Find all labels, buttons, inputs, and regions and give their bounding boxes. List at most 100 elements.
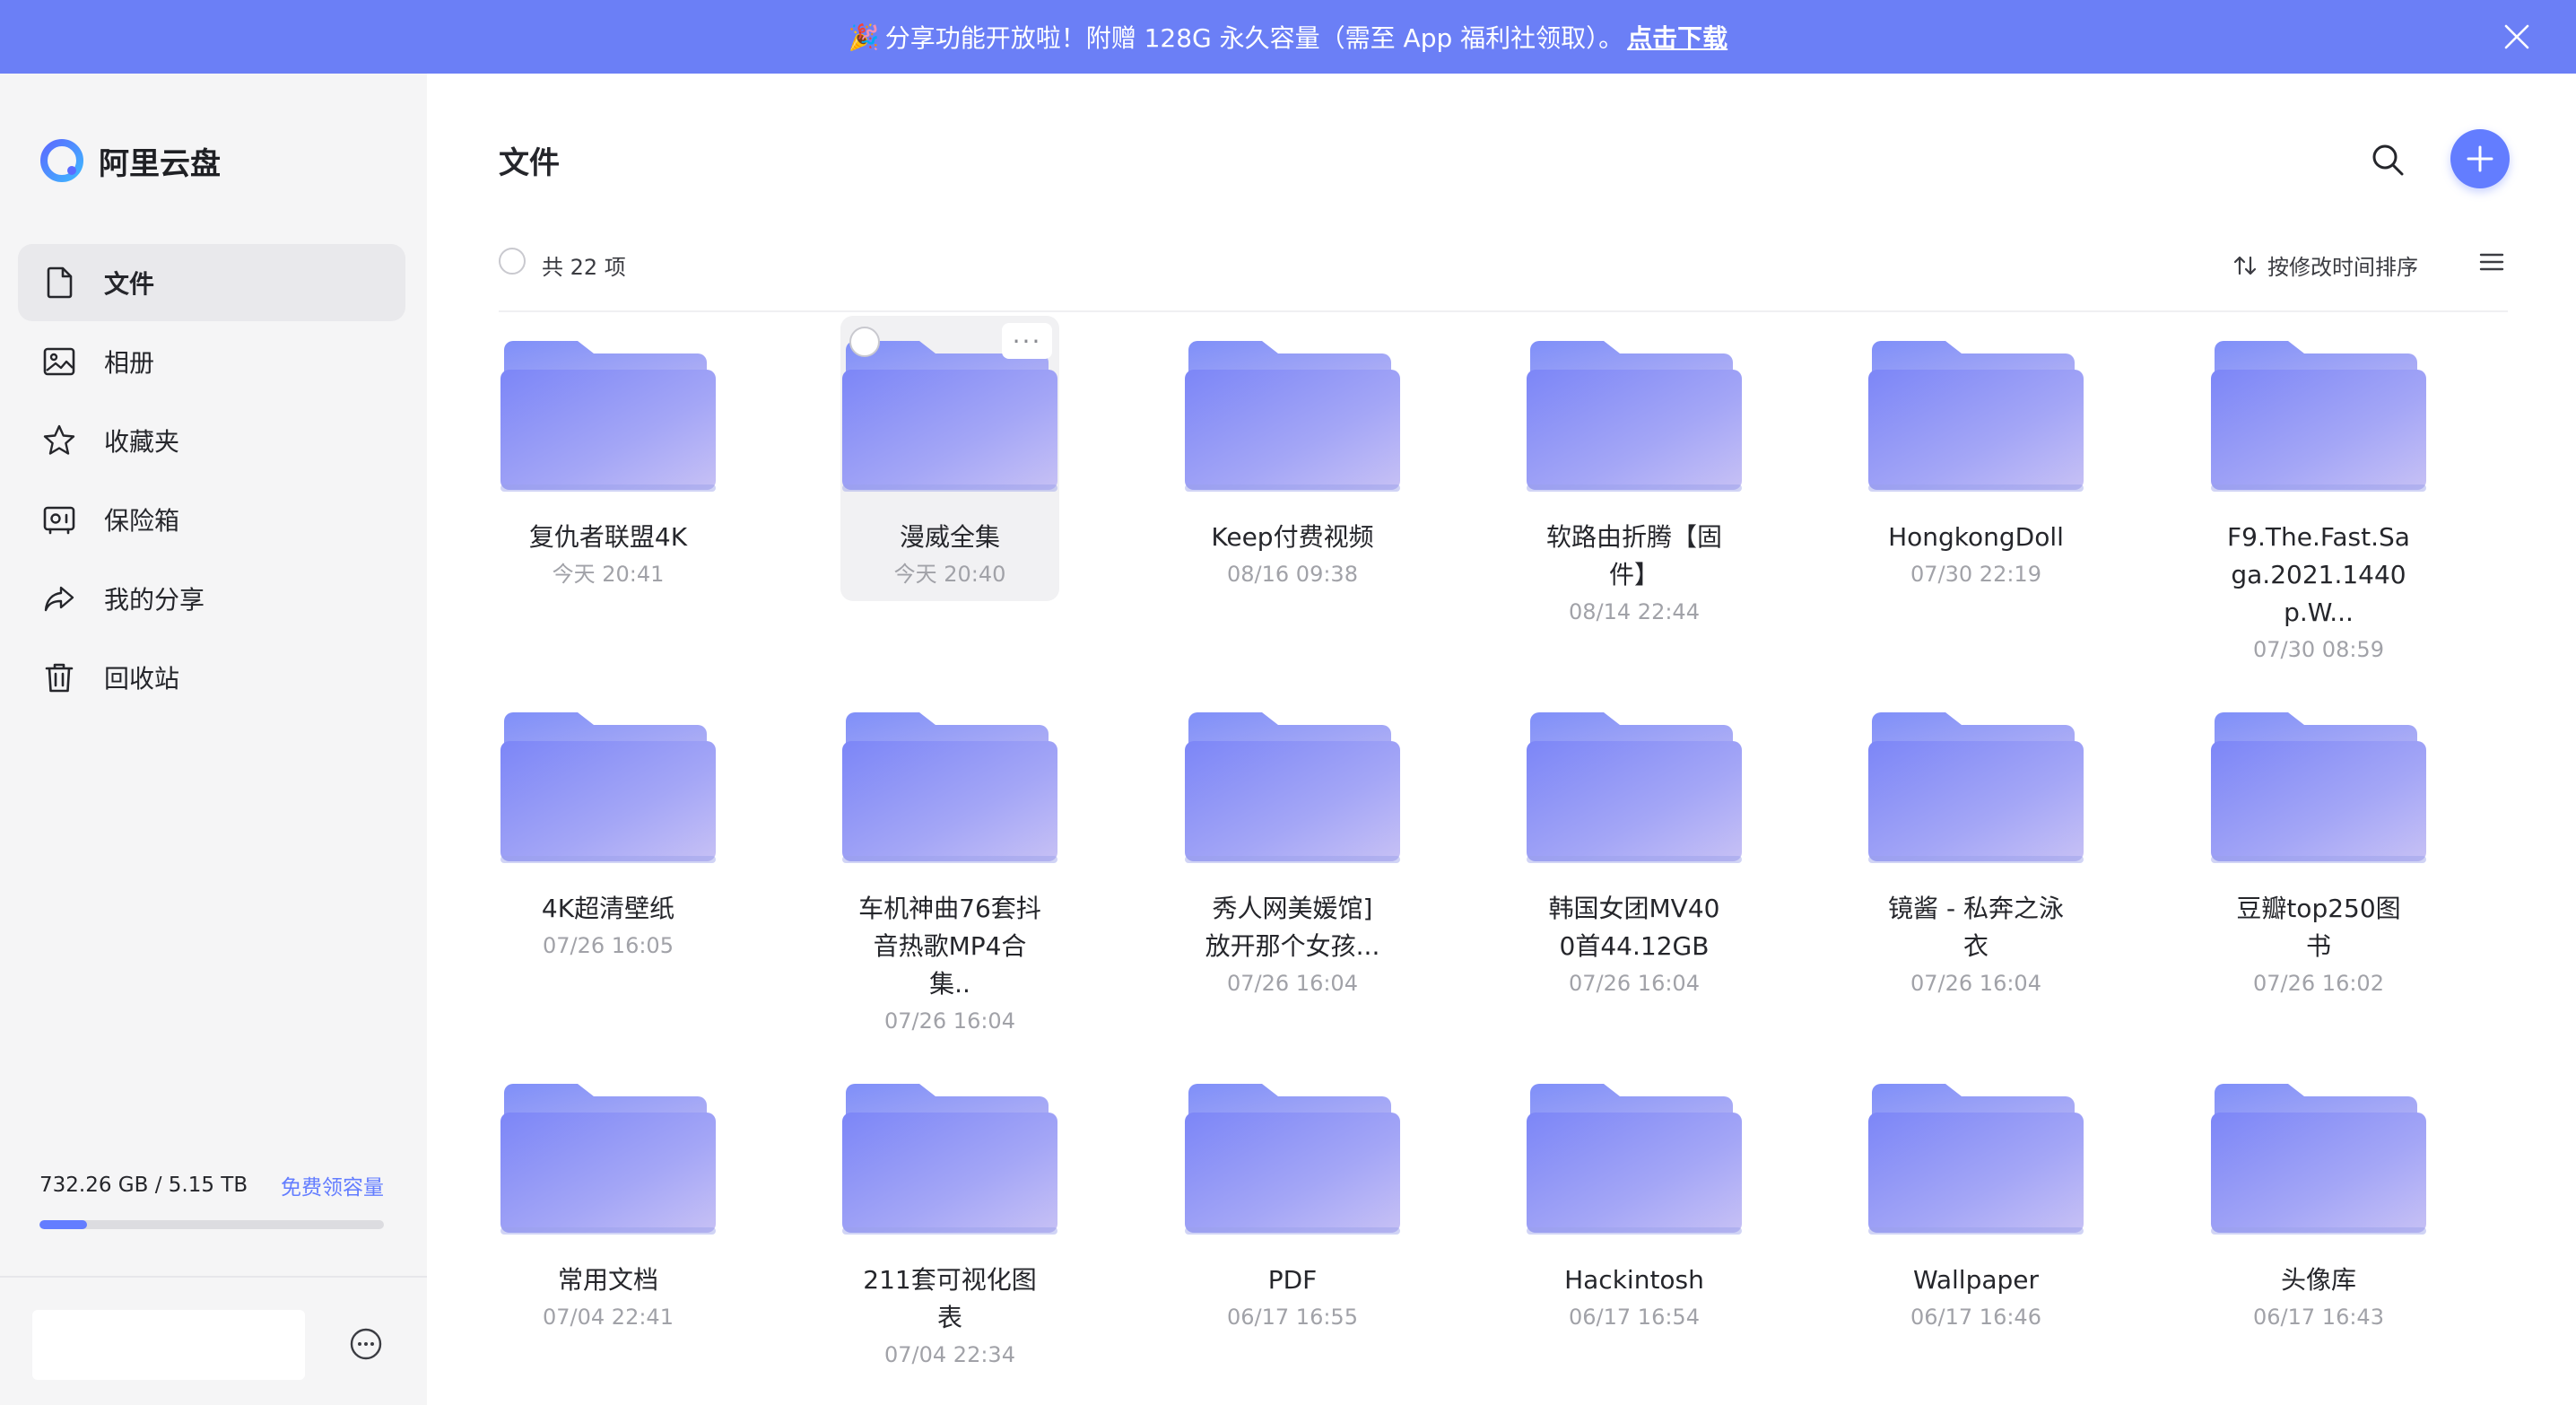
- sidebar-item-label: 回收站: [104, 664, 180, 694]
- party-popper-icon: 🎉: [848, 22, 880, 52]
- file-modified-time: 07/26 16:04: [1910, 971, 2041, 996]
- sidebar-divider: [0, 1276, 427, 1278]
- sidebar-item-safe[interactable]: 保险箱: [18, 481, 405, 558]
- file-name: Hackintosh: [1564, 1265, 1704, 1295]
- sidebar-item-label: 文件: [104, 269, 155, 299]
- sidebar-item-recycle-bin[interactable]: 回收站: [18, 639, 405, 716]
- safe-icon: [43, 506, 75, 535]
- folder-card[interactable]: 头像库 06/17 16:43: [2209, 1059, 2428, 1344]
- select-all-checkbox[interactable]: [499, 248, 526, 275]
- file-name: 211套可视化图表: [863, 1265, 1037, 1332]
- file-modified-time: 07/26 16:04: [1569, 971, 1700, 996]
- file-name: Keep付费视频: [1211, 522, 1374, 552]
- folder-card[interactable]: Keep付费视频 08/16 09:38: [1183, 316, 1402, 601]
- folder-card[interactable]: Wallpaper 06/17 16:46: [1867, 1059, 2085, 1344]
- folder-icon: [1185, 341, 1400, 492]
- folder-icon: [1185, 712, 1400, 863]
- file-name: 4K超清壁纸: [541, 894, 675, 923]
- folder-card[interactable]: Hackintosh 06/17 16:54: [1525, 1059, 1744, 1344]
- sidebar: 阿里云盘 文件 相册 收藏夹 保险箱 我的分享 回收站 732.26 GB / …: [0, 74, 427, 1405]
- banner-download-link[interactable]: 点击下载: [1627, 19, 1727, 55]
- folder-icon: [2211, 712, 2426, 863]
- storage-progress-bar: [39, 1220, 384, 1229]
- close-icon[interactable]: [2501, 21, 2533, 53]
- storage-used-text: 732.26 GB / 5.15 TB: [39, 1174, 248, 1197]
- file-modified-time: 06/17 16:54: [1569, 1305, 1700, 1330]
- folder-icon: [2211, 341, 2426, 492]
- folder-card[interactable]: PDF 06/17 16:55: [1183, 1059, 1402, 1344]
- item-count: 共 22 项: [542, 255, 626, 280]
- add-button[interactable]: [2450, 129, 2510, 188]
- sort-arrows-icon: [2233, 256, 2257, 275]
- file-modified-time: 07/04 22:34: [884, 1342, 1015, 1367]
- folder-icon: [842, 1084, 1057, 1235]
- file-name: 韩国女团MV400首44.12GB: [1548, 894, 1720, 961]
- trash-icon: [45, 663, 74, 693]
- sidebar-item-my-shares[interactable]: 我的分享: [18, 560, 405, 637]
- file-name: 头像库: [2280, 1265, 2356, 1295]
- file-modified-time: 06/17 16:46: [1910, 1305, 2041, 1330]
- file-icon: [47, 266, 73, 299]
- page-title: 文件: [499, 145, 560, 181]
- sidebar-item-label: 保险箱: [104, 506, 180, 536]
- folder-card[interactable]: 韩国女团MV400首44.12GB 07/26 16:04: [1525, 687, 1744, 996]
- folder-card[interactable]: 豆瓣top250图书 07/26 16:02: [2209, 687, 2428, 996]
- sidebar-item-photos[interactable]: 相册: [18, 323, 405, 400]
- file-name: 秀人网美媛馆]放开那个女孩...: [1205, 894, 1380, 961]
- file-name: Wallpaper: [1912, 1265, 2040, 1295]
- file-modified-time: 08/14 22:44: [1569, 599, 1700, 624]
- folder-card[interactable]: 4K超清壁纸 07/26 16:05: [499, 687, 718, 973]
- sidebar-item-favorites[interactable]: 收藏夹: [18, 402, 405, 479]
- app-logo: 阿里云盘: [38, 136, 221, 185]
- folder-card[interactable]: 复仇者联盟4K 今天 20:41: [499, 316, 718, 601]
- folder-card[interactable]: 211套可视化图表 07/04 22:34: [840, 1059, 1059, 1367]
- more-options-icon[interactable]: [348, 1326, 384, 1362]
- folder-card[interactable]: 镜酱 - 私奔之泳衣 07/26 16:04: [1867, 687, 2085, 996]
- share-icon: [44, 586, 74, 612]
- banner-text: 分享功能开放啦！附赠 128G 永久容量（需至 App 福利社领取）。: [884, 23, 1624, 53]
- free-capacity-link[interactable]: 免费领容量: [281, 1170, 384, 1200]
- file-modified-time: 06/17 16:43: [2253, 1305, 2384, 1330]
- file-modified-time: 07/04 22:41: [543, 1305, 674, 1330]
- file-name: PDF: [1267, 1265, 1318, 1295]
- select-checkbox[interactable]: [849, 327, 880, 357]
- file-name: 车机神曲76套抖音热歌MP4合集..: [858, 894, 1041, 999]
- folder-icon: [2211, 1084, 2426, 1235]
- file-name: F9.The.Fast.Saga.2021.1440p.W...: [2227, 522, 2410, 627]
- file-modified-time: 08/16 09:38: [1227, 562, 1358, 587]
- photo-icon: [43, 347, 75, 376]
- storage-usage: 732.26 GB / 5.15 TB 免费领容量: [39, 1170, 384, 1229]
- search-icon[interactable]: [2368, 140, 2409, 181]
- file-modified-time: 07/26 16:04: [884, 1008, 1015, 1034]
- file-name: 常用文档: [557, 1265, 658, 1295]
- folder-icon: [1527, 712, 1742, 863]
- sidebar-nav: 文件 相册 收藏夹 保险箱 我的分享 回收站: [18, 244, 405, 718]
- list-view-icon[interactable]: [2476, 246, 2508, 278]
- user-profile-box[interactable]: [32, 1310, 305, 1380]
- file-toolbar: 共 22 项 按修改时间排序: [499, 246, 2508, 282]
- folder-card[interactable]: ··· 漫威全集 今天 20:40: [840, 316, 1059, 601]
- toolbar-divider: [499, 310, 2508, 312]
- file-name: 镜酱 - 私奔之泳衣: [1888, 894, 2064, 961]
- folder-card[interactable]: 软路由折腾【固件】 08/14 22:44: [1525, 316, 1744, 624]
- file-modified-time: 07/30 08:59: [2253, 637, 2384, 662]
- sort-button[interactable]: 按修改时间排序: [2232, 249, 2418, 281]
- file-modified-time: 今天 20:41: [552, 562, 665, 587]
- folder-card[interactable]: F9.The.Fast.Saga.2021.1440p.W... 07/30 08…: [2209, 316, 2428, 662]
- more-actions-icon[interactable]: ···: [1002, 323, 1052, 359]
- file-modified-time: 07/26 16:02: [2253, 971, 2384, 996]
- folder-card[interactable]: 秀人网美媛馆]放开那个女孩... 07/26 16:04: [1183, 687, 1402, 996]
- file-name: 软路由折腾【固件】: [1545, 522, 1722, 589]
- file-name: 漫威全集: [899, 522, 1000, 552]
- main-content: 文件 共 22 项 按修改时间排序 复仇者联盟4K 今天 20:41 ··· 漫威全集…: [427, 74, 2576, 1405]
- folder-card[interactable]: 车机神曲76套抖音热歌MP4合集.. 07/26 16:04: [840, 687, 1059, 1034]
- folder-card[interactable]: HongkongDoll 07/30 22:19: [1867, 316, 2085, 601]
- folder-icon: [1868, 712, 2084, 863]
- folder-icon: [500, 712, 716, 863]
- file-modified-time: 07/30 22:19: [1910, 562, 2041, 587]
- folder-card[interactable]: 常用文档 07/04 22:41: [499, 1059, 718, 1344]
- folder-icon: [500, 1084, 716, 1235]
- folder-icon: [1868, 341, 2084, 492]
- sidebar-item-files[interactable]: 文件: [18, 244, 405, 321]
- sidebar-item-label: 我的分享: [104, 585, 205, 615]
